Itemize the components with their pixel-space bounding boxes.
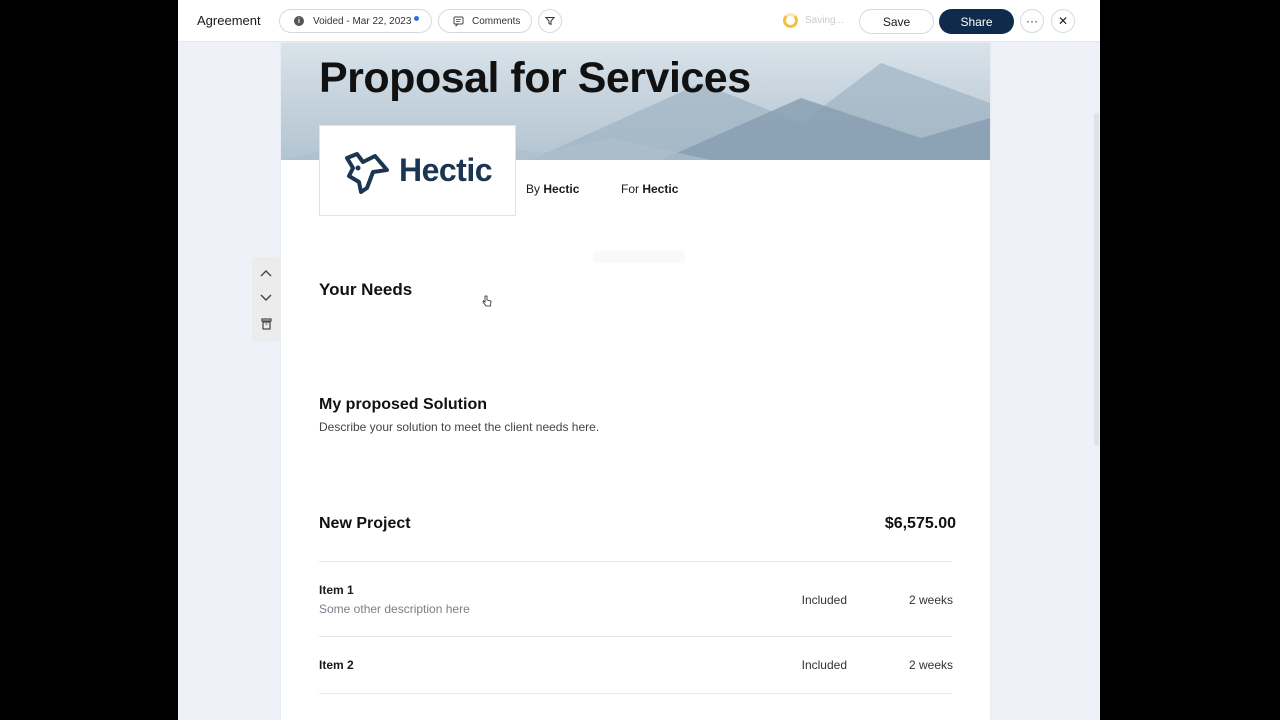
info-icon: i [294,16,304,26]
saving-label: Saving... [805,15,844,26]
for-value: Hectic [642,182,679,196]
byline-from: By Hectic [526,182,579,196]
add-block-hint[interactable] [593,251,685,263]
item-name: Item 2 [319,658,354,672]
bird-logo-icon [344,151,389,194]
chevron-down-icon[interactable] [252,286,280,310]
section-desc-solution[interactable]: Describe your solution to meet the clien… [319,420,599,434]
top-toolbar: Agreement i Voided - Mar 22, 2023 Commen… [178,0,1100,42]
save-button[interactable]: Save [859,9,934,34]
comment-icon [453,16,464,27]
item-price: Included [801,593,847,607]
status-pill[interactable]: i Voided - Mar 22, 2023 [279,9,432,33]
trash-icon[interactable] [252,312,280,336]
section-title-needs[interactable]: Your Needs [319,280,412,300]
close-icon[interactable]: ✕ [1051,9,1075,33]
status-label: Voided - Mar 22, 2023 [313,15,412,27]
hand-cursor-icon [482,294,492,312]
scrollbar[interactable] [1094,113,1099,446]
section-tools [252,257,280,342]
section-title-solution[interactable]: My proposed Solution [319,396,487,414]
logo-text: Hectic [398,152,493,188]
item-price: Included [801,658,847,672]
item-name: Item 1 [319,583,354,597]
status-dot [414,16,419,21]
spinner-icon [783,13,798,28]
proposal-document: Proposal for Services Hectic By Hectic F… [281,43,990,720]
divider [319,693,952,694]
divider [319,636,952,637]
comments-button[interactable]: Comments [438,9,532,33]
more-icon[interactable]: ··· [1020,9,1044,33]
app-window: Agreement i Voided - Mar 22, 2023 Commen… [178,0,1100,720]
item-duration: 2 weeks [908,658,953,672]
company-logo[interactable]: Hectic [319,125,516,216]
filter-icon [545,17,555,26]
for-label: For [621,182,639,196]
chevron-up-icon[interactable] [252,261,280,285]
project-total: $6,575.00 [884,515,956,532]
item-desc: Some other description here [319,602,470,616]
project-name[interactable]: New Project [319,515,411,533]
by-label: By [526,182,541,196]
comments-label: Comments [472,15,521,27]
filter-button[interactable] [538,9,562,33]
saving-indicator: Saving... [783,13,844,28]
document-title[interactable]: Proposal for Services [319,54,751,103]
divider [319,561,952,562]
item-duration: 2 weeks [908,593,953,607]
share-button[interactable]: Share [939,9,1014,34]
app-title: Agreement [197,13,261,28]
by-value: Hectic [543,182,580,196]
byline-for: For Hectic [621,182,678,196]
